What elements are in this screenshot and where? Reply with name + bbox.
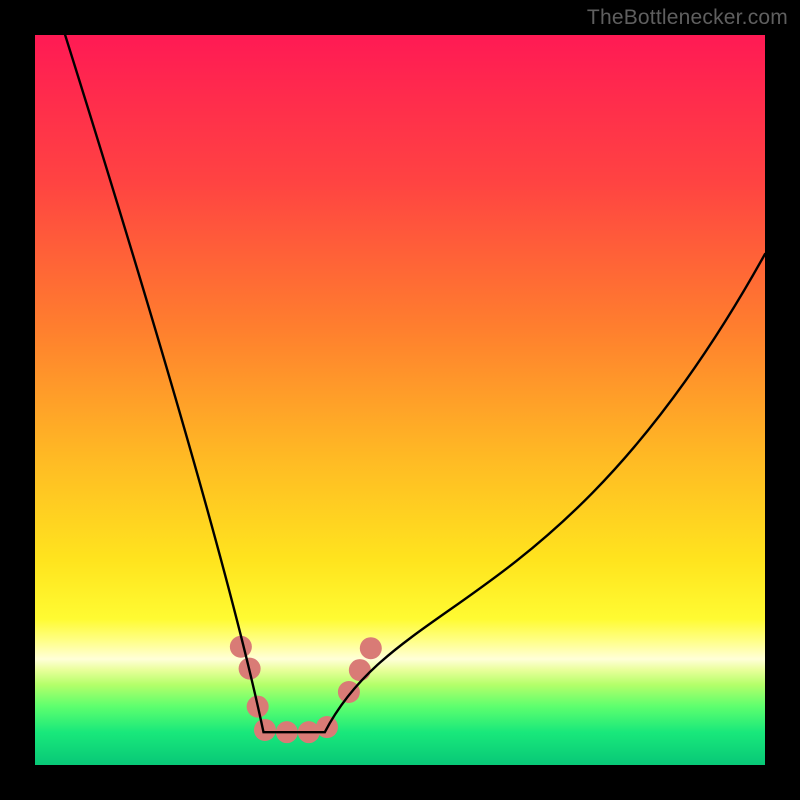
plot-area [35, 35, 765, 765]
chart-frame: TheBottlenecker.com [0, 0, 800, 800]
highlight-dots [230, 636, 382, 743]
watermark-text: TheBottlenecker.com [587, 6, 788, 30]
highlight-dot [360, 637, 382, 659]
highlight-dot [254, 719, 276, 741]
curve-layer [35, 35, 765, 765]
bottleneck-curve [61, 35, 765, 732]
highlight-dot [349, 659, 371, 681]
